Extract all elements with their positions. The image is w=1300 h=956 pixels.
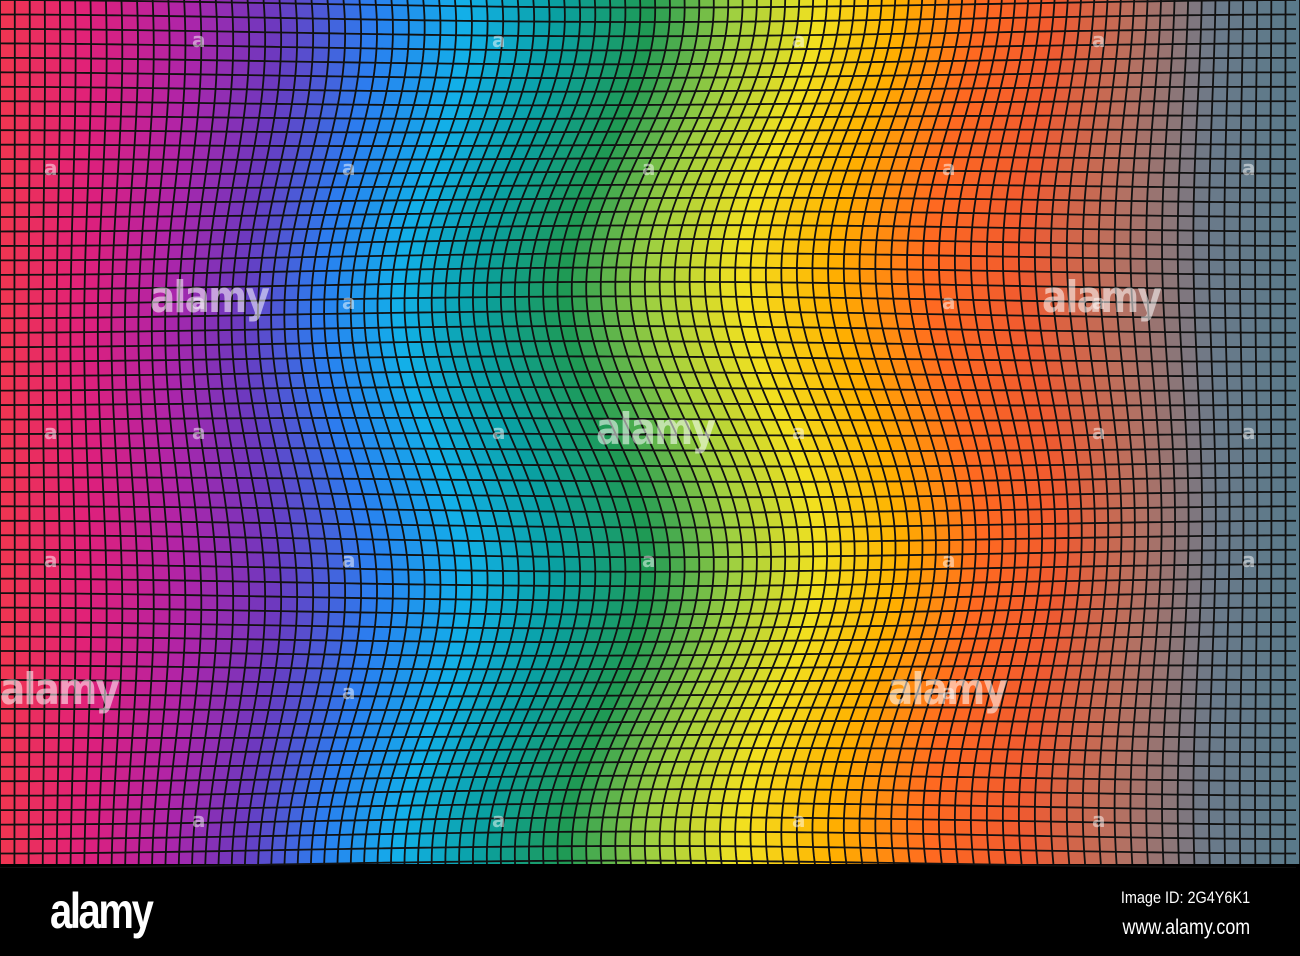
watermark-mark-icon: a xyxy=(1242,420,1256,444)
watermark-mark-icon: a xyxy=(792,28,806,52)
watermark-mark-icon: a xyxy=(44,420,58,444)
watermark-mark-icon: a xyxy=(192,420,206,444)
footer-bar: alamy Image ID: 2G4Y6K1 www.alamy.com xyxy=(0,868,1300,956)
alamy-logo: alamy xyxy=(50,883,154,939)
alamy-watermark: alamy xyxy=(596,404,716,455)
watermark-mark-icon: a xyxy=(792,420,806,444)
alamy-watermark: alamy xyxy=(0,664,120,715)
watermark-mark-icon: a xyxy=(44,548,58,572)
stock-image: alamy alamy alamy alamy alamy a a a a a a a a a a a a a a a… xyxy=(0,0,1300,956)
watermark-mark-icon: a xyxy=(192,808,206,832)
watermark-mark-icon: a xyxy=(492,420,506,444)
watermark-mark-icon: a xyxy=(942,680,956,704)
watermark-mark-icon: a xyxy=(792,808,806,832)
watermark-mark-icon: a xyxy=(492,28,506,52)
watermark-mark-icon: a xyxy=(642,548,656,572)
watermark-mark-icon: a xyxy=(642,156,656,180)
watermark-mark-icon: a xyxy=(942,290,956,314)
watermark-mark-icon: a xyxy=(942,548,956,572)
watermark-mark-icon: a xyxy=(192,28,206,52)
watermark-mark-icon: a xyxy=(492,808,506,832)
watermark-mark-icon: a xyxy=(1242,156,1256,180)
watermark-mark-icon: a xyxy=(342,548,356,572)
watermark-mark-icon: a xyxy=(1242,548,1256,572)
watermark-mark-icon: a xyxy=(1092,420,1106,444)
watermark-mark-icon: a xyxy=(1092,28,1106,52)
watermark-mark-icon: a xyxy=(342,290,356,314)
watermark-mark-icon: a xyxy=(44,156,58,180)
image-id: Image ID: 2G4Y6K1 xyxy=(1120,888,1250,907)
watermark-mark-icon: a xyxy=(342,156,356,180)
alamy-watermark: alamy xyxy=(150,272,270,323)
site-url[interactable]: www.alamy.com xyxy=(1122,916,1250,940)
watermark-mark-icon: a xyxy=(192,290,206,314)
watermark-mark-icon: a xyxy=(942,156,956,180)
watermark-mark-icon: a xyxy=(342,680,356,704)
watermark-mark-icon: a xyxy=(1092,808,1106,832)
watermark-mark-icon: a xyxy=(1092,290,1106,314)
